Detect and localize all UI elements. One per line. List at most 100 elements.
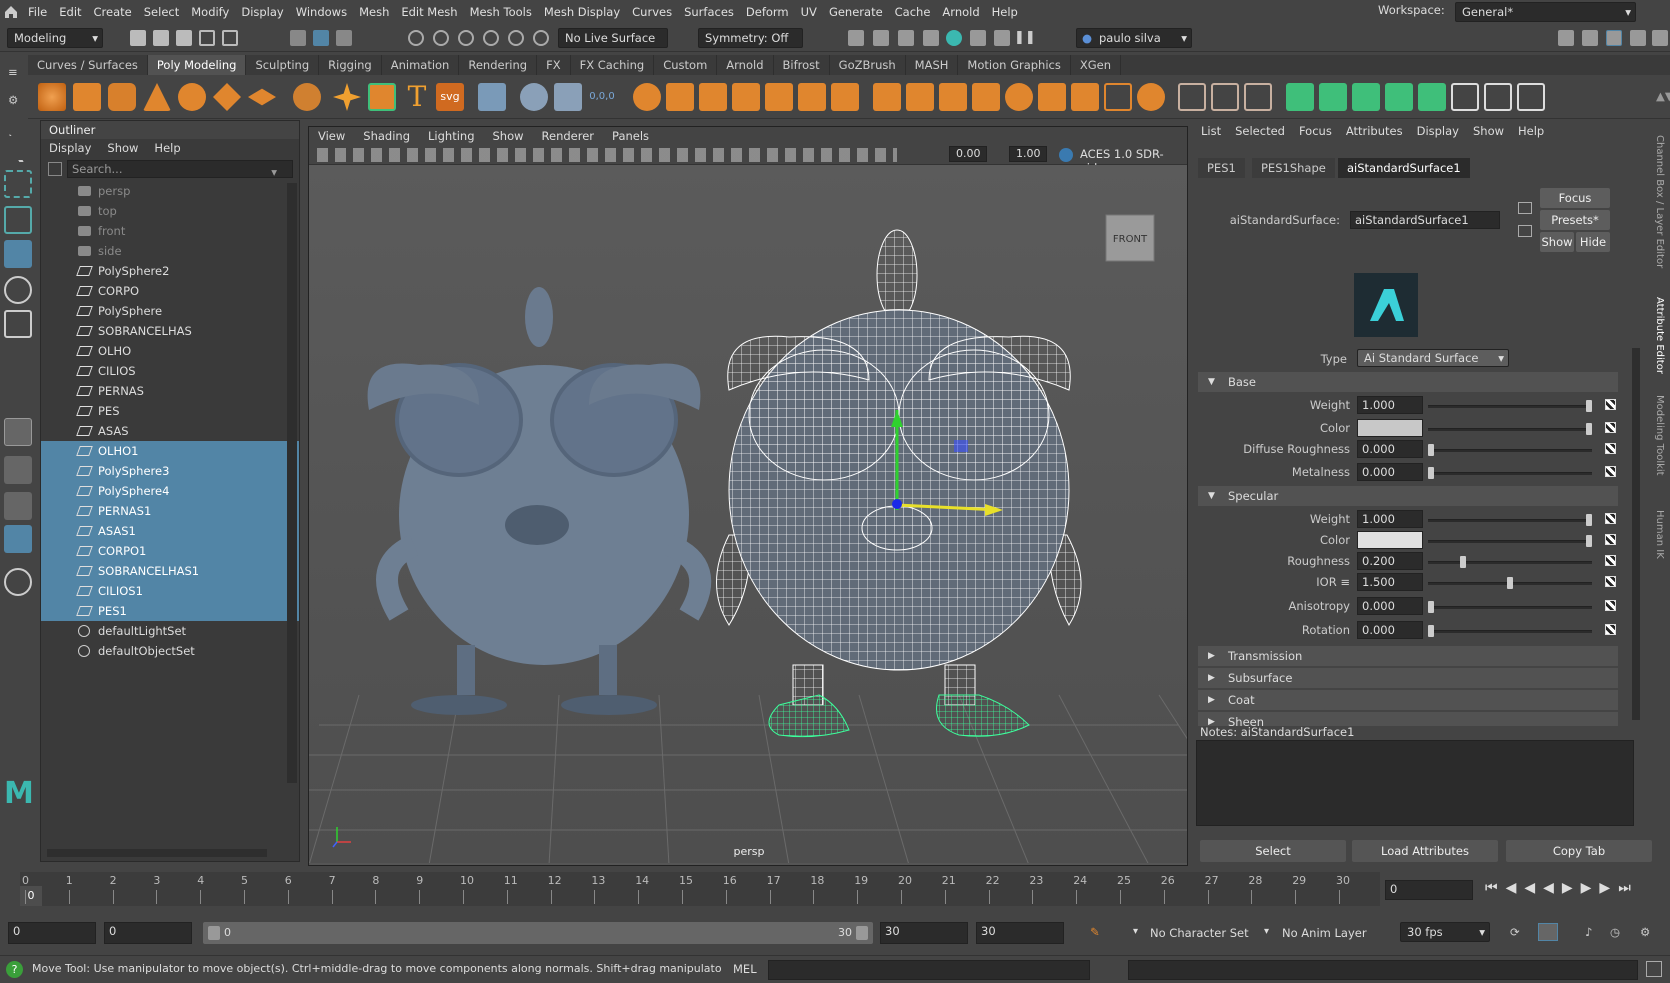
menu-edit[interactable]: Edit	[53, 0, 87, 24]
shelf-tab-fx-caching[interactable]: FX Caching	[571, 55, 655, 75]
poly-torus-icon[interactable]	[178, 83, 206, 111]
menu-mesh-display[interactable]: Mesh Display	[538, 0, 626, 24]
current-frame-marker[interactable]: 0	[20, 886, 42, 906]
poly-cone-icon[interactable]	[143, 83, 171, 111]
map-texture-icon[interactable]	[1605, 399, 1616, 410]
scene-view[interactable]: FRONT persp	[309, 165, 1187, 863]
side-tab[interactable]: Channel Box / Layer Editor	[1654, 135, 1665, 268]
attr-slider[interactable]	[1428, 467, 1592, 479]
color-swatch[interactable]	[1357, 531, 1423, 549]
map-texture-icon[interactable]	[1605, 513, 1616, 524]
slider-knob[interactable]	[1586, 535, 1592, 547]
ae-menu-help[interactable]: Help	[1511, 120, 1551, 142]
attr-slider[interactable]	[1428, 535, 1592, 547]
render-settings-icon[interactable]	[923, 30, 939, 46]
playback-controls[interactable]: ⏮◀◀◀▶▶▶⏭	[1485, 880, 1639, 896]
attr-value-field[interactable]: 1.000	[1357, 510, 1423, 528]
outliner-item[interactable]: ASAS1	[41, 521, 299, 541]
outliner-item[interactable]: PERNAS1	[41, 501, 299, 521]
side-tab[interactable]: Attribute Editor	[1654, 297, 1665, 374]
attr-value-field[interactable]: 0.000	[1357, 621, 1423, 639]
side-tab[interactable]: Human IK	[1654, 510, 1665, 559]
command-input[interactable]	[768, 960, 1090, 980]
tool-settings-icon[interactable]	[1630, 30, 1646, 46]
shelf-settings-icon[interactable]: ⚙	[8, 93, 18, 107]
svg-tool-icon[interactable]: svg	[436, 83, 464, 111]
open-scene-icon[interactable]	[153, 30, 169, 46]
script-editor-icon[interactable]	[1646, 961, 1662, 977]
ae-menu-focus[interactable]: Focus	[1292, 120, 1339, 142]
shelf-menu-icon[interactable]: ≡	[8, 65, 18, 79]
cache-playback-icon[interactable]	[1538, 923, 1558, 941]
slider-knob[interactable]	[1586, 400, 1592, 412]
snap-surface-icon[interactable]	[508, 30, 524, 46]
shelf-tab-rigging[interactable]: Rigging	[319, 55, 382, 75]
outliner-scrollbar[interactable]	[287, 183, 297, 783]
menu-generate[interactable]: Generate	[823, 0, 889, 24]
center-pivot-icon[interactable]	[520, 83, 548, 111]
map-texture-icon[interactable]	[1605, 624, 1616, 635]
menu-surfaces[interactable]: Surfaces	[678, 0, 740, 24]
presets-button[interactable]: Presets*	[1540, 210, 1610, 230]
move-tool-icon[interactable]	[4, 240, 32, 268]
chevron-down-icon[interactable]: ▾	[1264, 926, 1269, 937]
outliner-item[interactable]: ASAS	[41, 421, 299, 441]
viewport-menu-renderer[interactable]: Renderer	[533, 127, 604, 145]
target-weld-icon[interactable]	[1104, 83, 1132, 111]
menu-arnold[interactable]: Arnold	[936, 0, 985, 24]
menu-help[interactable]: Help	[986, 0, 1024, 24]
poly-plane-icon[interactable]	[213, 83, 241, 111]
ae-menu-selected[interactable]: Selected	[1228, 120, 1292, 142]
layout-uv-icon[interactable]	[1451, 83, 1479, 111]
channel-box-icon[interactable]	[1652, 30, 1668, 46]
menu-windows[interactable]: Windows	[290, 0, 353, 24]
slider-knob[interactable]	[1428, 444, 1434, 456]
cylindrical-map-icon[interactable]	[1319, 83, 1347, 111]
anim-start-field[interactable]: 0	[8, 922, 96, 944]
search-icon[interactable]	[4, 568, 32, 596]
color-management-icon[interactable]	[1059, 148, 1073, 162]
sweep-mesh-icon[interactable]	[368, 83, 396, 111]
map-texture-icon[interactable]	[1605, 443, 1616, 454]
goto-input-icon[interactable]	[1518, 202, 1532, 214]
ae-menu-attributes[interactable]: Attributes	[1339, 120, 1410, 142]
poly-sphere-icon[interactable]	[38, 83, 66, 111]
mirror-icon[interactable]	[798, 83, 826, 111]
live-surface-field[interactable]: No Live Surface	[558, 28, 668, 48]
poly-cylinder-icon[interactable]	[108, 83, 136, 111]
menu-mesh-tools[interactable]: Mesh Tools	[464, 0, 538, 24]
map-texture-icon[interactable]	[1605, 534, 1616, 545]
section-sheen[interactable]: ▶ Sheen	[1198, 712, 1618, 726]
bridge-icon[interactable]	[831, 83, 859, 111]
menu-edit-mesh[interactable]: Edit Mesh	[395, 0, 463, 24]
outliner-layout-icon[interactable]	[4, 525, 32, 553]
smooth-icon[interactable]	[732, 83, 760, 111]
save-scene-icon[interactable]	[176, 30, 192, 46]
shelf-tab-poly-modeling[interactable]: Poly Modeling	[147, 55, 247, 75]
circularize-icon[interactable]	[1005, 83, 1033, 111]
node-name-field[interactable]: aiStandardSurface1	[1350, 211, 1500, 229]
scale-tool-icon[interactable]	[4, 310, 32, 338]
ae-menu-show[interactable]: Show	[1466, 120, 1511, 142]
goto-output-icon[interactable]	[1518, 225, 1532, 237]
viewport-menu-shading[interactable]: Shading	[354, 127, 419, 145]
render-frame-icon[interactable]	[848, 30, 864, 46]
outliner-item[interactable]: CILIOS	[41, 361, 299, 381]
timeline-track[interactable]	[20, 872, 1380, 906]
ae-menu-display[interactable]: Display	[1410, 120, 1466, 142]
attr-value-field[interactable]: 1.000	[1357, 396, 1423, 414]
layout-icon[interactable]	[1558, 30, 1574, 46]
outliner-item[interactable]: SOBRANCELHAS	[41, 321, 299, 341]
shelf-scroll-icon[interactable]: ▲▼	[1656, 89, 1670, 103]
current-frame-field[interactable]: 0	[1385, 880, 1473, 900]
arnold-render-icon[interactable]	[994, 30, 1010, 46]
slider-knob[interactable]	[1459, 556, 1466, 568]
ae-tab-pes1shape[interactable]: PES1Shape	[1252, 158, 1335, 178]
bevel-icon[interactable]	[906, 83, 934, 111]
poly-disc-icon[interactable]	[248, 88, 276, 106]
combine-icon[interactable]	[633, 83, 661, 111]
map-texture-icon[interactable]	[1605, 555, 1616, 566]
bookmark-icon[interactable]: ◷	[1610, 925, 1620, 939]
outliner-menu-help[interactable]: Help	[146, 139, 188, 157]
auto-key-icon[interactable]: ✎	[1090, 925, 1100, 939]
